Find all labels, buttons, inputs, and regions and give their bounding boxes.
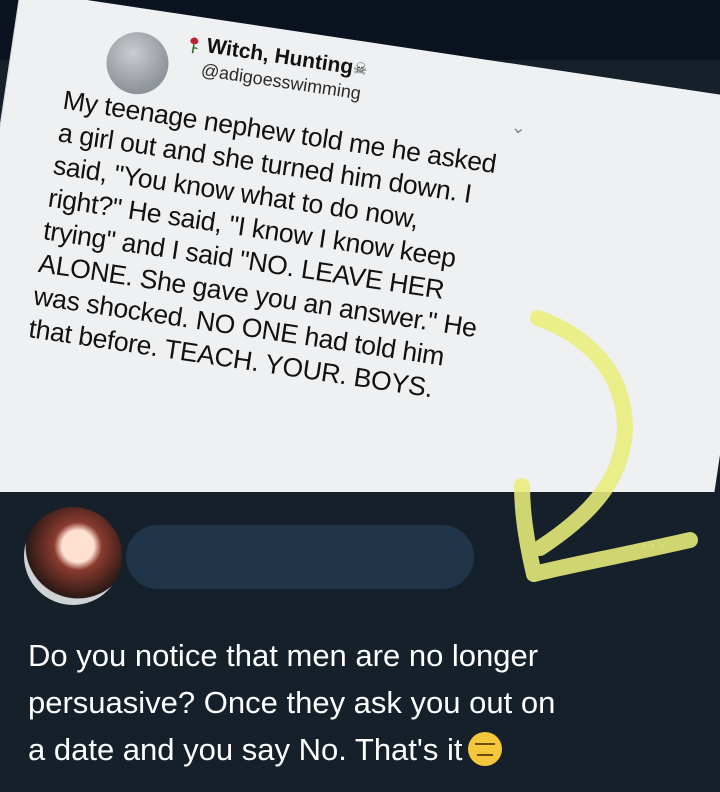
dark-tweet-avatar[interactable] xyxy=(24,507,122,605)
redacted-username xyxy=(126,525,474,589)
more-options-icon[interactable]: ··· xyxy=(640,532,668,558)
chevron-down-icon[interactable]: ⌄ xyxy=(510,116,528,139)
light-tweet-avatar[interactable] xyxy=(102,27,173,99)
light-tweet-text: My teenage nephew told me he asked a gir… xyxy=(27,84,498,406)
dark-tweet-line: a date and you say No. That's it xyxy=(28,732,463,767)
screenshot-scene: Witch, Hunting @adigoesswimming ☠ ⌄ My t… xyxy=(0,0,720,792)
skull-icon: ☠ xyxy=(351,60,369,80)
dark-tweet-text: Do you notice that men are no longer per… xyxy=(28,632,718,773)
dark-tweet-line: Do you notice that men are no longer xyxy=(28,638,539,673)
rose-icon xyxy=(190,37,199,54)
dark-tweet-line: persuasive? Once they ask you out on xyxy=(28,685,556,720)
dark-tweet-card: ··· Do you notice that men are no longer… xyxy=(0,492,720,792)
expressionless-face-icon xyxy=(468,732,503,766)
dark-tweet-line-last: a date and you say No. That's it xyxy=(28,726,718,773)
